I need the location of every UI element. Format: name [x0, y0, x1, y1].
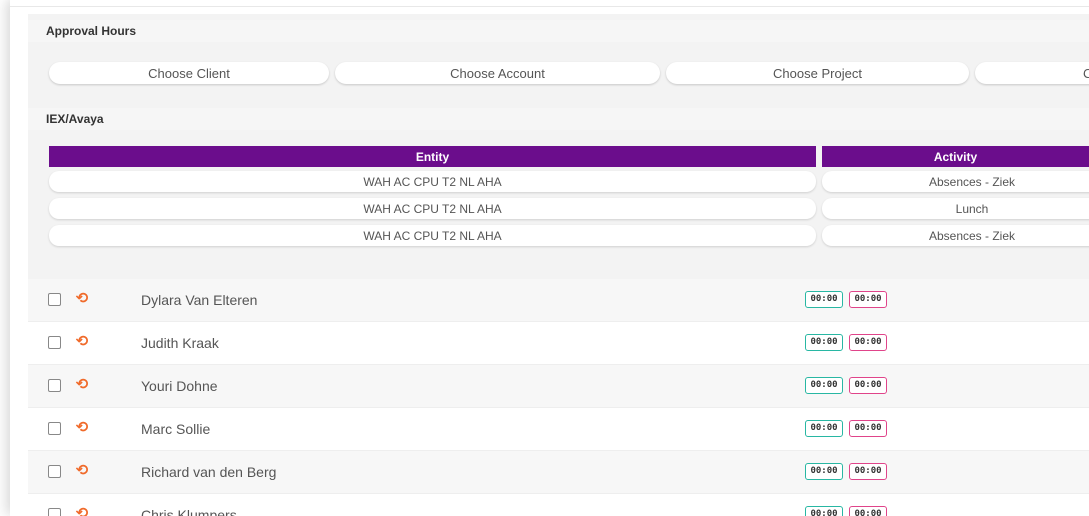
history-icon[interactable]: ⟲	[73, 332, 91, 352]
person-name: Judith Kraak	[141, 335, 219, 351]
checkbox[interactable]	[48, 422, 61, 435]
person-name: Marc Sollie	[141, 421, 211, 437]
divider	[10, 6, 1089, 7]
time-badge-pink[interactable]: 00:00	[849, 420, 887, 437]
history-icon[interactable]: ⟲	[73, 289, 91, 309]
entity-header: Entity	[49, 146, 816, 167]
history-icon[interactable]: ⟲	[73, 504, 91, 516]
checkbox[interactable]	[48, 336, 61, 349]
list-item: ⟲ Judith Kraak 00:00 00:00	[28, 322, 1089, 365]
activity-cell: Absences - Ziek	[822, 171, 1089, 192]
list-item: ⟲ Dylara Van Elteren 00:00 00:00	[28, 279, 1089, 322]
entity-cell: WAH AC CPU T2 NL AHA	[49, 225, 816, 246]
person-name: Dylara Van Elteren	[141, 292, 258, 308]
time-badge-teal[interactable]: 00:00	[805, 506, 843, 516]
choose-project-select[interactable]: Choose Project	[666, 62, 969, 84]
person-name: Youri Dohne	[141, 378, 218, 394]
choose-account-select[interactable]: Choose Account	[335, 62, 660, 84]
time-badge-teal[interactable]: 00:00	[805, 291, 843, 308]
entity-cell: WAH AC CPU T2 NL AHA	[49, 171, 816, 192]
checkbox[interactable]	[48, 379, 61, 392]
time-badge-teal[interactable]: 00:00	[805, 463, 843, 480]
person-name: Richard van den Berg	[141, 464, 277, 480]
checkbox[interactable]	[48, 465, 61, 478]
activity-header: Activity	[822, 146, 1089, 167]
activity-cell: Lunch	[822, 198, 1089, 219]
time-badge-pink[interactable]: 00:00	[849, 334, 887, 351]
history-icon[interactable]: ⟲	[73, 418, 91, 438]
iex-avaya-title: IEX/Avaya	[28, 108, 1089, 130]
list-item: ⟲ Youri Dohne 00:00 00:00	[28, 365, 1089, 408]
time-badge-teal[interactable]: 00:00	[805, 377, 843, 394]
time-badge-teal[interactable]: 00:00	[805, 334, 843, 351]
checkbox[interactable]	[48, 508, 61, 516]
time-badge-pink[interactable]: 00:00	[849, 291, 887, 308]
list-item: ⟲ Chris Klumpers 00:00 00:00	[28, 494, 1089, 516]
choose-client-select[interactable]: Choose Client	[49, 62, 329, 84]
fourth-select[interactable]: C	[975, 62, 1089, 84]
approval-hours-title: Approval Hours	[28, 20, 1089, 42]
history-icon[interactable]: ⟲	[73, 375, 91, 395]
time-badge-teal[interactable]: 00:00	[805, 420, 843, 437]
person-name: Chris Klumpers	[141, 507, 237, 516]
list-item: ⟲ Richard van den Berg 00:00 00:00	[28, 451, 1089, 494]
time-badge-pink[interactable]: 00:00	[849, 463, 887, 480]
time-badge-pink[interactable]: 00:00	[849, 377, 887, 394]
entity-cell: WAH AC CPU T2 NL AHA	[49, 198, 816, 219]
history-icon[interactable]: ⟲	[73, 461, 91, 481]
time-badge-pink[interactable]: 00:00	[849, 506, 887, 516]
activity-cell: Absences - Ziek	[822, 225, 1089, 246]
list-item: ⟲ Marc Sollie 00:00 00:00	[28, 408, 1089, 451]
checkbox[interactable]	[48, 293, 61, 306]
